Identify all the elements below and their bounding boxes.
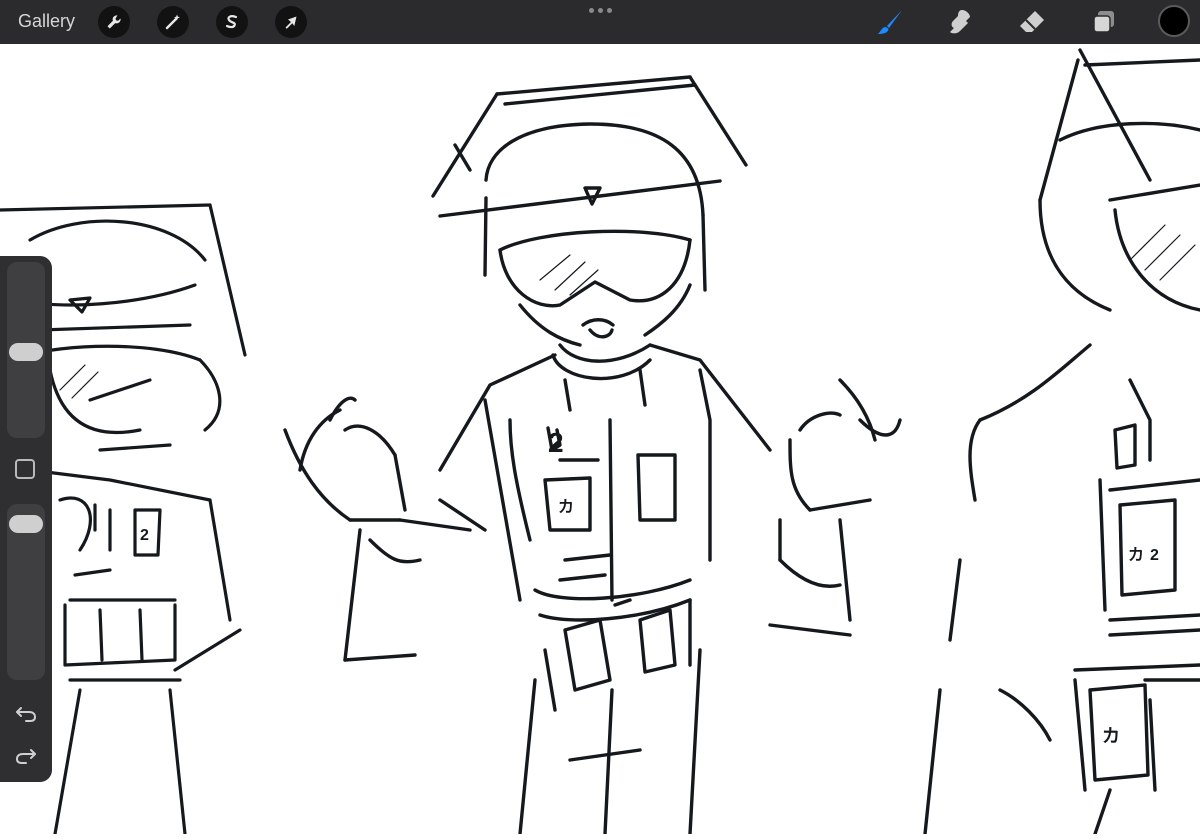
selection-icon bbox=[225, 15, 238, 29]
layers-icon bbox=[1093, 11, 1114, 33]
drawing-canvas[interactable]: 2 カ カ カ 2 2 bbox=[0, 44, 1200, 836]
smudge-tool-button[interactable] bbox=[944, 6, 976, 38]
eraser-tool-button[interactable] bbox=[1016, 6, 1048, 38]
opacity-slider-handle[interactable] bbox=[9, 515, 43, 534]
smudge-icon bbox=[950, 10, 970, 34]
brush-sidebar bbox=[0, 256, 52, 782]
undo-icon bbox=[16, 707, 37, 722]
brush-icon bbox=[878, 10, 902, 34]
top-toolbar: Gallery bbox=[0, 0, 1200, 44]
redo-icon bbox=[15, 749, 36, 764]
transform-button[interactable] bbox=[275, 6, 307, 38]
badge-text: カ bbox=[558, 498, 574, 516]
badge-number: 2 bbox=[140, 527, 149, 544]
dot bbox=[589, 8, 594, 13]
adjustments-button[interactable] bbox=[157, 6, 189, 38]
redo-button[interactable] bbox=[12, 744, 40, 768]
dot bbox=[607, 8, 612, 13]
eraser-icon bbox=[1020, 11, 1044, 32]
brush-tool-button[interactable] bbox=[874, 6, 906, 38]
dot bbox=[598, 8, 603, 13]
undo-button[interactable] bbox=[12, 702, 40, 726]
selection-button[interactable] bbox=[216, 6, 248, 38]
brush-size-slider-handle[interactable] bbox=[9, 342, 43, 361]
transform-arrow-icon bbox=[285, 16, 297, 29]
badge-number: 2 bbox=[548, 427, 564, 458]
actions-button[interactable] bbox=[98, 6, 130, 38]
gallery-button[interactable]: Gallery bbox=[18, 11, 75, 32]
sketch-artwork: 2 カ カ カ 2 2 bbox=[0, 48, 1200, 836]
badge-number: 2 bbox=[1150, 547, 1159, 564]
magic-wand-icon bbox=[165, 14, 180, 30]
more-options-handle[interactable] bbox=[589, 8, 612, 13]
badge-text: カ bbox=[1102, 726, 1120, 746]
modify-button[interactable] bbox=[15, 459, 35, 479]
badge-text: カ bbox=[1128, 546, 1144, 564]
color-picker-button[interactable] bbox=[1158, 5, 1190, 37]
wrench-icon bbox=[107, 15, 121, 29]
layers-button[interactable] bbox=[1088, 6, 1120, 38]
